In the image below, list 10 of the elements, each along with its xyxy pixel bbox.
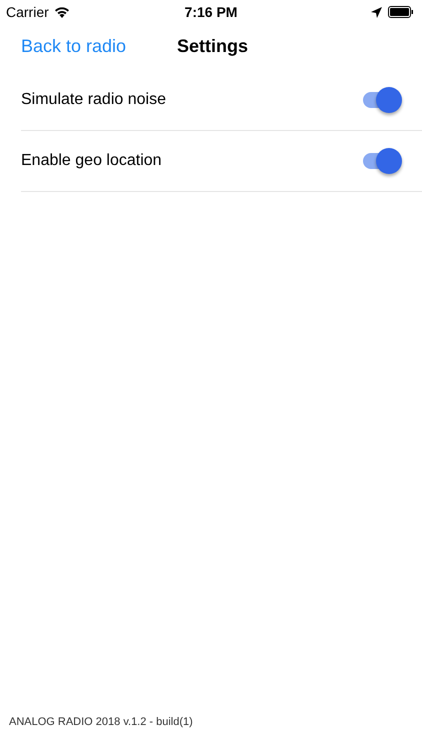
battery-icon — [388, 6, 414, 18]
setting-label: Enable geo location — [21, 151, 162, 171]
page-title: Settings — [177, 34, 248, 58]
version-text: ANALOG RADIO 2018 v.1.2 - build(1) — [9, 715, 193, 730]
status-time: 7:16 PM — [184, 2, 238, 22]
wifi-icon — [54, 6, 70, 18]
carrier-name: Carrier — [6, 2, 49, 22]
location-arrow-icon — [371, 6, 382, 18]
back-button[interactable]: Back to radio — [21, 32, 177, 60]
setting-label: Simulate radio noise — [21, 90, 166, 110]
